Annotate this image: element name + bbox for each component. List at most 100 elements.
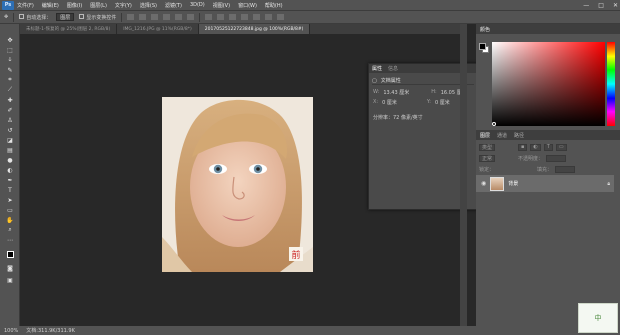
menu-filter[interactable]: 滤镜(T) xyxy=(165,2,182,9)
watermark-text: 中 xyxy=(594,314,602,322)
align-top-icon[interactable] xyxy=(127,14,135,20)
type-tool-icon[interactable]: T xyxy=(4,186,16,194)
filter-pixel-icon[interactable]: ▪ xyxy=(518,143,528,151)
filter-type-icon[interactable]: T xyxy=(543,143,553,151)
menu-type[interactable]: 文字(Y) xyxy=(115,2,132,9)
y-value[interactable]: 0 厘米 xyxy=(435,99,450,106)
distribute-left-icon[interactable] xyxy=(241,14,249,20)
opacity-input[interactable] xyxy=(546,154,567,162)
gradient-tool-icon[interactable]: ▤ xyxy=(4,146,16,154)
tab-document-2[interactable]: IMG_1216.JPG @ 11%(RGB/8*) xyxy=(117,24,199,34)
menu-layer[interactable]: 图层(L) xyxy=(90,2,107,9)
distribute-bottom-icon[interactable] xyxy=(229,14,237,20)
menu-help[interactable]: 帮助(H) xyxy=(265,2,283,9)
align-center-icon[interactable] xyxy=(175,14,183,20)
brush-tool-icon[interactable]: ✐ xyxy=(4,106,16,114)
tab-paths[interactable]: 路径 xyxy=(514,132,524,139)
tab-info[interactable]: 信息 xyxy=(388,65,398,72)
layer-thumbnail xyxy=(490,176,505,191)
watermark-logo: 中 xyxy=(578,303,618,333)
close-button[interactable]: ✕ xyxy=(613,2,618,9)
path-select-tool-icon[interactable]: ➤ xyxy=(4,196,16,204)
blur-tool-icon[interactable]: ● xyxy=(4,156,16,164)
fill-input[interactable] xyxy=(555,165,576,173)
move-tool-icon[interactable]: ✥ xyxy=(4,36,16,44)
fg-bg-swatch-icon[interactable] xyxy=(479,43,489,53)
align-left-icon[interactable] xyxy=(163,14,171,20)
color-picker-cursor-icon[interactable] xyxy=(492,122,496,126)
menu-bar: Ps 文件(F) 编辑(E) 图像(I) 图层(L) 文字(Y) 选择(S) 滤… xyxy=(0,0,620,10)
document-size: 文档:311.9K/311.9K xyxy=(26,328,75,334)
foreground-background-icon[interactable] xyxy=(4,250,16,258)
menu-window[interactable]: 窗口(W) xyxy=(238,2,257,9)
tab-channels[interactable]: 通道 xyxy=(497,132,507,139)
eraser-tool-icon[interactable]: ◪ xyxy=(4,136,16,144)
filter-shape-icon[interactable]: ▭ xyxy=(555,143,567,151)
menu-view[interactable]: 视图(V) xyxy=(213,2,230,9)
visibility-eye-icon[interactable]: ◉ xyxy=(481,180,486,187)
shape-tool-icon[interactable]: ▭ xyxy=(4,206,16,214)
auto-select-checkbox[interactable]: 自动选择： xyxy=(19,13,51,21)
menu-3d[interactable]: 3D(D) xyxy=(190,2,205,8)
target-select[interactable]: 图层 xyxy=(56,13,75,21)
distribute-center-icon[interactable] xyxy=(253,14,261,20)
eyedropper-tool-icon[interactable]: ⟋ xyxy=(4,86,16,94)
tab-document-active[interactable]: 20170525122723848.jpg @ 100%(RGB/8#) xyxy=(198,24,311,34)
color-panel-header: 颜色 xyxy=(476,24,620,34)
align-bottom-icon[interactable] xyxy=(151,14,159,20)
align-middle-icon[interactable] xyxy=(139,14,147,20)
screen-mode-icon[interactable]: ▣ xyxy=(4,276,16,284)
more-tools-icon[interactable]: ⋯ xyxy=(4,236,16,244)
move-tool-icon[interactable]: ✥ xyxy=(4,14,8,20)
dodge-tool-icon[interactable]: ◐ xyxy=(4,166,16,174)
divider xyxy=(121,12,123,22)
divider xyxy=(199,12,201,22)
clone-stamp-tool-icon[interactable]: ♙ xyxy=(4,116,16,124)
document-properties-label: 文档属性 xyxy=(380,78,401,84)
show-transform-checkbox[interactable]: 显示变换控件 xyxy=(79,13,116,21)
menu-select[interactable]: 选择(S) xyxy=(140,2,157,9)
distribute-middle-icon[interactable] xyxy=(217,14,225,20)
lasso-tool-icon[interactable]: ↆ xyxy=(4,56,16,64)
tab-layers[interactable]: 图层 xyxy=(480,132,490,139)
document-photo: 前 xyxy=(162,97,313,272)
color-panel-title[interactable]: 颜色 xyxy=(480,26,490,33)
healing-brush-tool-icon[interactable]: ✚ xyxy=(4,96,16,104)
pen-tool-icon[interactable]: ✒ xyxy=(4,176,16,184)
blend-mode-select[interactable]: 正常 xyxy=(479,154,496,162)
auto-align-icon[interactable] xyxy=(277,14,285,20)
zoom-tool-icon[interactable]: ⌕ xyxy=(4,226,16,234)
quick-mask-icon[interactable]: ◙ xyxy=(4,264,16,272)
toolbar: ✥ ⬚ ↆ ✎ ⌗ ⟋ ✚ ✐ ♙ ↺ ◪ ▤ ● ◐ ✒ T ➤ ▭ ✋ ⌕ … xyxy=(0,24,20,326)
resolution-row: 分辨率：72 像素/英寸 xyxy=(373,114,473,121)
crop-tool-icon[interactable]: ⌗ xyxy=(4,76,16,84)
menu-file[interactable]: 文件(F) xyxy=(17,2,34,9)
w-value[interactable]: 13.43 厘米 xyxy=(383,89,409,96)
saturation-value-field[interactable] xyxy=(492,42,605,126)
quick-select-tool-icon[interactable]: ✎ xyxy=(4,66,16,74)
hand-tool-icon[interactable]: ✋ xyxy=(4,216,16,224)
tab-document-1[interactable]: 未标题-1-恢复的 @ 25%(图层 2, RGB/8) xyxy=(20,24,118,34)
hue-slider[interactable] xyxy=(607,42,615,126)
x-value[interactable]: 0 厘米 xyxy=(382,99,397,106)
window-controls: — □ ✕ xyxy=(583,0,618,10)
distribute-top-icon[interactable] xyxy=(205,14,213,20)
layer-filter-select[interactable]: 类型 xyxy=(479,143,496,151)
align-right-icon[interactable] xyxy=(187,14,195,20)
layer-row-background[interactable]: ◉ 背景 🔒︎ xyxy=(476,175,614,192)
menu-image[interactable]: 图像(I) xyxy=(67,2,82,9)
distribute-right-icon[interactable] xyxy=(265,14,273,20)
history-brush-tool-icon[interactable]: ↺ xyxy=(4,126,16,134)
minimize-button[interactable]: — xyxy=(583,2,589,9)
tab-properties[interactable]: 属性 xyxy=(372,65,382,72)
layer-name[interactable]: 背景 xyxy=(508,180,518,187)
marquee-tool-icon[interactable]: ⬚ xyxy=(4,46,16,54)
zoom-level[interactable]: 100% xyxy=(4,328,18,334)
girl-portrait-image xyxy=(162,97,313,272)
maximize-button[interactable]: □ xyxy=(598,2,604,9)
filter-adjust-icon[interactable]: ◐ xyxy=(530,143,541,151)
ps-logo-icon[interactable]: Ps xyxy=(2,0,14,10)
options-bar: ✥ 自动选择： 图层 显示变换控件 xyxy=(0,10,620,24)
collapsed-panel-dock[interactable] xyxy=(460,24,467,326)
menu-edit[interactable]: 编辑(E) xyxy=(42,2,59,9)
